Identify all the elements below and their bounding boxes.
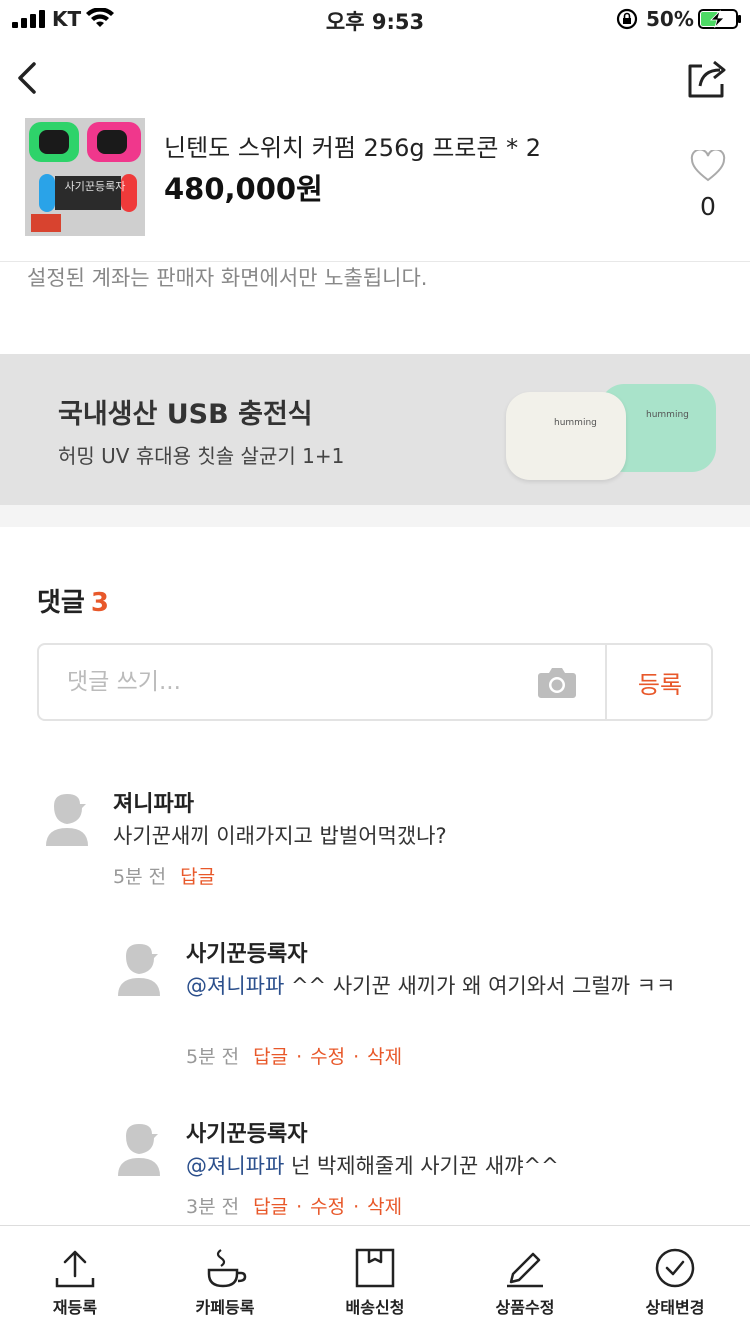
comment-time: 5분 전 — [113, 866, 167, 888]
cafe-register-label: 카페등록 — [195, 1298, 255, 1317]
reply-button[interactable]: 답글 — [253, 1196, 288, 1218]
shipping-request-button[interactable]: 배송신청 — [300, 1226, 450, 1333]
product-price: 480,000원 — [164, 172, 323, 206]
comment-text: 사기꾼새끼 이래가지고 밥벌어먹갰나? — [113, 820, 643, 852]
battery-charging-icon — [698, 9, 741, 29]
reply-button[interactable]: 답글 — [180, 866, 215, 888]
camera-icon[interactable] — [537, 665, 577, 699]
default-avatar-icon[interactable] — [116, 1122, 162, 1176]
comment-text: @져니파파 넌 박제해줄게 사기꾼 새꺄^^ — [186, 1150, 696, 1182]
relist-button[interactable]: 재등록 — [0, 1226, 150, 1333]
section-divider — [0, 505, 750, 527]
comment-body: 넌 박제해줄게 사기꾼 새꺄^^ — [284, 1154, 559, 1178]
default-avatar-icon[interactable] — [116, 942, 162, 996]
thumbnail-watermark: 사기꾼등록자 — [64, 180, 126, 193]
comment-mention[interactable]: @져니파파 — [186, 974, 284, 998]
separator-dot: · — [353, 1196, 360, 1218]
comment-time: 5분 전 — [186, 1046, 240, 1068]
reply-button[interactable]: 답글 — [253, 1046, 288, 1068]
back-arrow-icon[interactable] — [10, 56, 46, 100]
top-nav — [0, 48, 750, 108]
battery-percent: 50% — [646, 7, 694, 31]
comments-heading-label: 댓글 — [37, 588, 85, 618]
banner-title: 국내생산 USB 충전식 — [58, 399, 313, 430]
delete-button[interactable]: 삭제 — [367, 1196, 402, 1218]
comment-meta: 5분 전 답글 · 수정 · 삭제 — [186, 1042, 402, 1069]
comment-time: 3분 전 — [186, 1196, 240, 1218]
account-notice: 설정된 계좌는 판매자 화면에서만 노출됩니다. — [27, 266, 428, 290]
edit-button[interactable]: 수정 — [310, 1046, 345, 1068]
coffee-cup-icon — [207, 1249, 247, 1288]
product-thumbnail[interactable]: 사기꾼등록자 — [25, 118, 145, 236]
separator-dot: · — [353, 1046, 360, 1068]
white-sterilizer-image: humming — [506, 392, 626, 480]
comment-mention[interactable]: @져니파파 — [186, 1154, 284, 1178]
cafe-register-button[interactable]: 카페등록 — [150, 1226, 300, 1333]
edit-button[interactable]: 수정 — [310, 1196, 345, 1218]
ad-banner[interactable]: 국내생산 USB 충전식 허밍 UV 휴대용 칫솔 살균기 1+1 hummin… — [0, 354, 750, 505]
comments-heading: 댓글 3 — [37, 582, 109, 619]
submit-comment-button[interactable]: 등록 — [605, 645, 713, 719]
status-bar: KT 오후 9:53 50% — [0, 0, 750, 40]
upload-icon — [55, 1250, 95, 1288]
comment-body: 사기꾼새끼 이래가지고 밥벌어먹갰나? — [113, 824, 447, 848]
comment-meta: 5분 전 답글 — [113, 862, 215, 889]
box-icon — [355, 1248, 395, 1288]
delete-button[interactable]: 삭제 — [367, 1046, 402, 1068]
comment-meta: 3분 전 답글 · 수정 · 삭제 — [186, 1192, 402, 1219]
separator-dot: · — [296, 1196, 303, 1218]
blue-joycon-image — [39, 174, 55, 212]
comment-text: @져니파파 ^^ 사기꾼 새끼가 왜 여기와서 그럴까 ㅋㅋ — [186, 970, 696, 1002]
brand-label: humming — [554, 418, 597, 428]
comment-author[interactable]: 져니파파 — [113, 786, 194, 818]
rotation-lock-icon — [616, 8, 638, 30]
default-avatar-icon[interactable] — [44, 792, 90, 846]
game-card-image — [31, 214, 61, 232]
heart-icon[interactable] — [690, 150, 726, 182]
pencil-icon — [507, 1252, 543, 1288]
comment-input[interactable] — [41, 647, 521, 717]
shipping-request-label: 배송신청 — [345, 1298, 405, 1317]
comments-count: 3 — [90, 588, 109, 618]
comment-author[interactable]: 사기꾼등록자 — [186, 1116, 307, 1148]
edit-product-label: 상품수정 — [495, 1298, 555, 1317]
share-icon[interactable] — [684, 56, 730, 100]
comment-composer: 등록 — [37, 643, 713, 721]
product-summary[interactable]: 사기꾼등록자 닌텐도 스위치 커펌 256g 프로콘 * 2 480,000원 … — [0, 116, 750, 262]
separator-dot: · — [296, 1046, 303, 1068]
green-controller-image — [29, 122, 79, 162]
like-count: 0 — [700, 192, 716, 221]
change-status-label: 상태변경 — [645, 1298, 705, 1317]
pink-controller-image — [87, 122, 141, 162]
change-status-button[interactable]: 상태변경 — [600, 1226, 750, 1333]
check-circle-icon — [655, 1248, 695, 1288]
edit-product-button[interactable]: 상품수정 — [450, 1226, 600, 1333]
comment-body: ^^ 사기꾼 새끼가 왜 여기와서 그럴까 ㅋㅋ — [284, 974, 676, 998]
brand-label: humming — [646, 410, 689, 420]
comment-author[interactable]: 사기꾼등록자 — [186, 936, 307, 968]
bottom-action-bar: 재등록 카페등록 배송신청 상품수정 상태변경 — [0, 1225, 750, 1333]
product-title: 닌텐도 스위치 커펌 256g 프로콘 * 2 — [164, 134, 541, 162]
relist-label: 재등록 — [52, 1298, 98, 1317]
banner-subtitle: 허밍 UV 휴대용 칫솔 살균기 1+1 — [58, 444, 345, 468]
